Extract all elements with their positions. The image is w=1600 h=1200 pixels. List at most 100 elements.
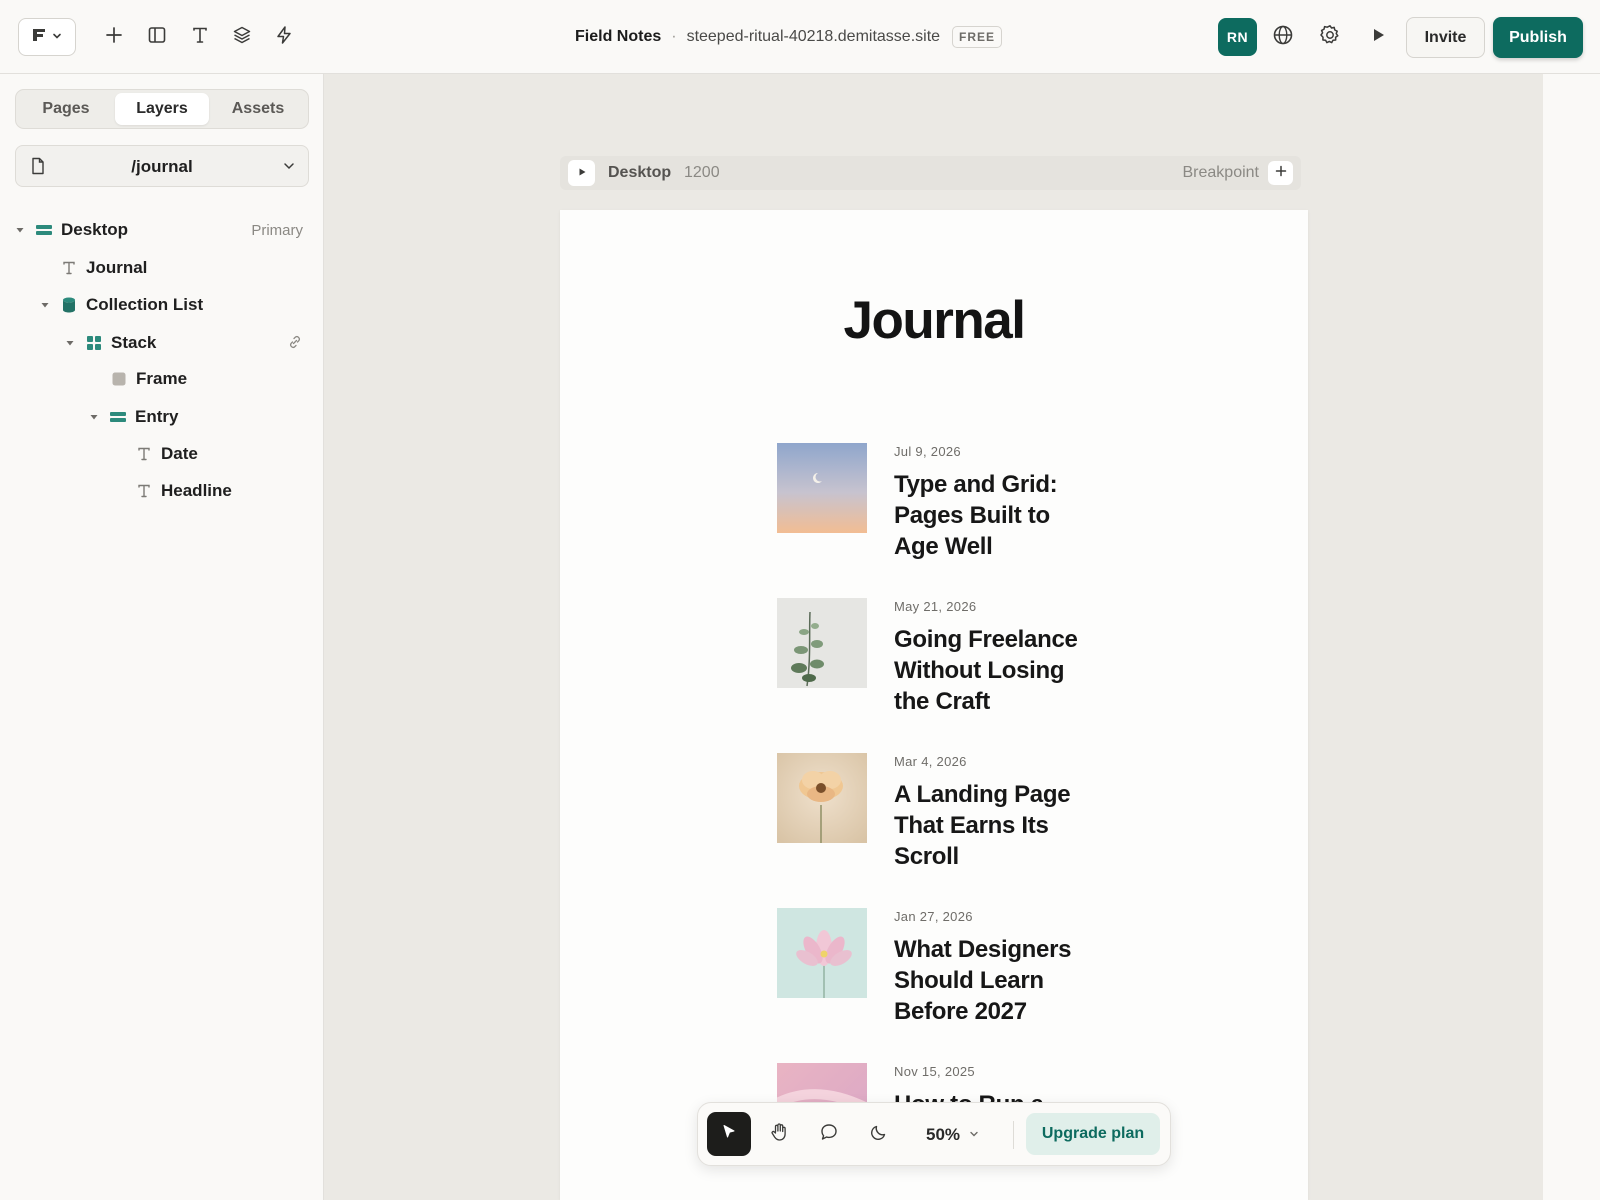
journal-entry[interactable]: Jul 9, 2026 Type and Grid: Pages Built t… [777, 443, 1107, 593]
project-info: Field Notes · steeped-ritual-40218.demit… [575, 26, 1003, 48]
invite-button[interactable]: Invite [1406, 17, 1485, 58]
layer-label: Date [161, 444, 198, 463]
database-icon [60, 296, 78, 314]
play-icon [1369, 26, 1387, 49]
hand-tool-button[interactable] [757, 1112, 801, 1156]
top-toolbar: Field Notes · steeped-ritual-40218.demit… [0, 0, 1600, 74]
breakpoint-width: 1200 [684, 164, 720, 181]
layer-journal[interactable]: Journal [60, 253, 147, 283]
layer-stack[interactable]: Stack [65, 328, 156, 358]
site-settings-globe-button[interactable] [1267, 21, 1299, 53]
text-icon [135, 482, 153, 500]
interactions-button[interactable] [268, 21, 300, 53]
entry-date: Nov 15, 2025 [894, 1064, 975, 1079]
comment-tool-button[interactable] [807, 1112, 851, 1156]
entry-date: Mar 4, 2026 [894, 754, 967, 769]
title-separator: · [671, 28, 677, 45]
text-icon [60, 259, 78, 277]
layer-label: Journal [86, 258, 148, 277]
project-title[interactable]: Field Notes [575, 28, 661, 46]
link-icon[interactable] [287, 334, 303, 355]
zoom-dropdown[interactable]: 50% [926, 1125, 980, 1145]
floating-toolbar: 50% Upgrade plan [697, 1102, 1171, 1166]
entry-headline: A Landing Page That Earns Its Scroll [894, 781, 1071, 870]
primary-tag: Primary [251, 222, 303, 239]
publish-button[interactable]: Publish [1493, 17, 1583, 58]
journal-entry[interactable]: May 21, 2026 Going Freelance Without Los… [777, 598, 1107, 748]
breakpoint-name[interactable]: Desktop [608, 164, 671, 182]
layer-frame[interactable]: Frame [110, 364, 187, 394]
plan-badge: FREE [952, 26, 1003, 48]
page-selector[interactable]: /journal [15, 145, 309, 187]
caret-down-icon[interactable] [89, 412, 99, 422]
layer-label: Stack [111, 333, 157, 352]
chevron-down-icon [968, 1125, 980, 1145]
layer-label: Desktop [61, 220, 129, 239]
layers-button[interactable] [226, 21, 258, 53]
left-panel: Pages Layers Assets /journal Desktop Pri… [0, 74, 324, 1200]
layers-icon [232, 25, 252, 50]
hand-icon [769, 1122, 789, 1147]
caret-down-icon[interactable] [40, 300, 50, 310]
layer-entry[interactable]: Entry [89, 402, 178, 432]
breakpoint-bar: Desktop 1200 Breakpoint [560, 156, 1301, 190]
text-icon [135, 445, 153, 463]
layer-collection-list[interactable]: Collection List [40, 290, 203, 320]
breakpoint-label: Breakpoint [1182, 164, 1260, 181]
caret-down-icon[interactable] [65, 338, 75, 348]
add-button[interactable] [98, 21, 130, 53]
caret-down-icon[interactable] [15, 225, 25, 235]
preview-breakpoint-button[interactable] [568, 160, 595, 186]
journal-entry[interactable]: Mar 4, 2026 A Landing Page That Earns It… [777, 753, 1107, 903]
app-menu-button[interactable] [18, 18, 76, 56]
canvas-right-strip [1543, 74, 1600, 1200]
tab-assets[interactable]: Assets [211, 93, 305, 125]
select-tool-button[interactable] [707, 1112, 751, 1156]
entry-thumbnail [777, 908, 867, 998]
entry-thumbnail [777, 598, 867, 688]
zoom-value: 50% [926, 1125, 961, 1144]
cursor-icon [720, 1123, 738, 1146]
frame-stack-icon [109, 408, 127, 426]
layout-button[interactable] [141, 21, 173, 53]
layout-icon [147, 25, 167, 50]
journal-entry[interactable]: Jan 27, 2026 What Designers Should Learn… [777, 908, 1107, 1058]
tab-layers[interactable]: Layers [115, 93, 209, 125]
logo-icon [32, 28, 46, 47]
add-icon [104, 25, 124, 50]
frame-fill-icon [110, 370, 128, 388]
page-title[interactable]: Journal [560, 290, 1308, 351]
panel-tabs: Pages Layers Assets [15, 89, 309, 129]
play-icon [577, 164, 587, 182]
chevron-down-icon [52, 28, 62, 46]
entry-date: May 21, 2026 [894, 599, 977, 614]
gear-icon [1318, 23, 1342, 52]
desktop-frame[interactable]: Journal Jul 9, 2026 Type and Grid: Pages… [560, 210, 1308, 1200]
layer-desktop[interactable]: Desktop [15, 215, 128, 245]
moon-icon [869, 1122, 889, 1147]
preview-button[interactable] [1362, 21, 1394, 53]
entry-thumbnail [777, 753, 867, 843]
text-tool-button[interactable] [184, 21, 216, 53]
upgrade-plan-button[interactable]: Upgrade plan [1026, 1113, 1160, 1155]
page-selector-label: /journal [131, 157, 193, 176]
layer-date[interactable]: Date [135, 439, 198, 469]
tab-pages[interactable]: Pages [19, 93, 113, 125]
chevron-down-icon [282, 159, 296, 178]
comment-icon [819, 1122, 839, 1147]
add-breakpoint-button[interactable] [1268, 161, 1293, 185]
entry-headline: Going Freelance Without Losing the Craft [894, 626, 1078, 715]
avatar[interactable]: RN [1218, 18, 1257, 56]
entry-headline: Type and Grid: Pages Built to Age Well [894, 471, 1058, 560]
entry-headline: What Designers Should Learn Before 2027 [894, 936, 1072, 1025]
layer-headline[interactable]: Headline [135, 476, 232, 506]
toolbar-divider [1013, 1121, 1014, 1149]
site-domain[interactable]: steeped-ritual-40218.demitasse.site [687, 28, 940, 46]
layer-label: Collection List [86, 295, 204, 314]
dark-mode-toggle[interactable] [857, 1112, 901, 1156]
entry-thumbnail [777, 443, 867, 533]
bolt-icon [274, 25, 294, 50]
frame-stack-icon [35, 221, 53, 239]
text-icon [190, 25, 210, 50]
settings-button[interactable] [1314, 21, 1346, 53]
